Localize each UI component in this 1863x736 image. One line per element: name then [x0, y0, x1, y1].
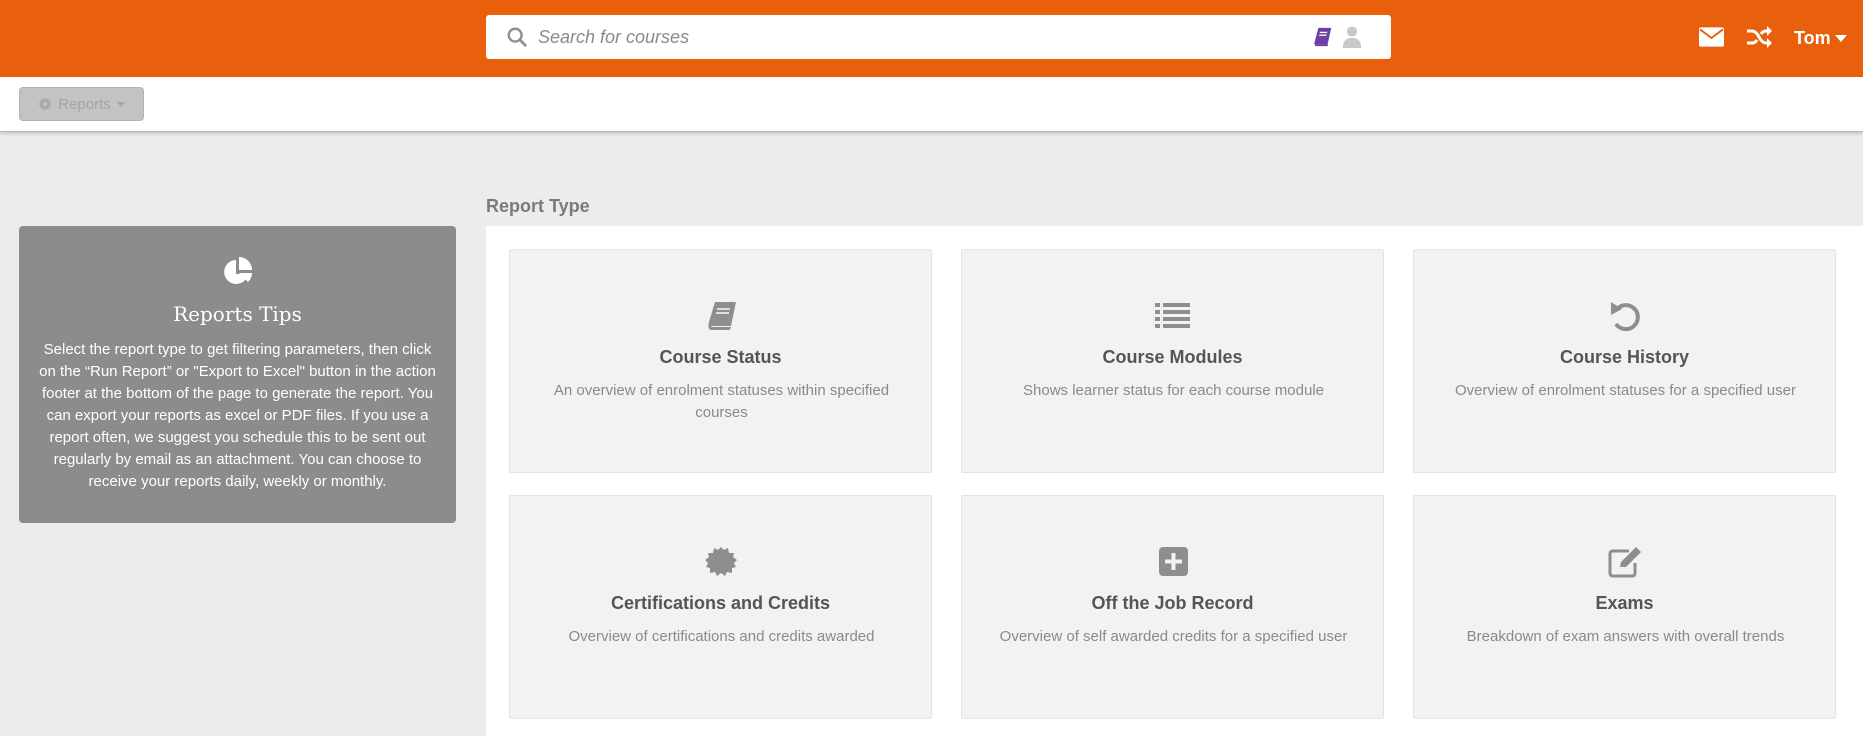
plus-square-icon [1159, 547, 1188, 576]
gear-icon [39, 98, 51, 110]
card-title: Off the Job Record [1091, 593, 1254, 613]
card-title: Course History [1559, 347, 1690, 367]
list-icon [1155, 303, 1190, 328]
card-description: Overview of certifications and credits a… [568, 628, 875, 645]
chevron-down-icon [1834, 34, 1847, 42]
search-input[interactable] [538, 21, 1278, 53]
person-icon[interactable] [1341, 25, 1363, 49]
top-bar: Tom [0, 0, 1863, 77]
reports-tips-panel: Reports Tips Select the report type to g… [19, 226, 456, 523]
card-title: Certifications and Credits [610, 593, 831, 613]
toolbar: Reports [0, 77, 1863, 132]
card-description: An overview of enrolment statuses within… [553, 382, 890, 421]
user-menu[interactable]: Tom [1794, 26, 1847, 50]
card-certifications-credits[interactable]: Certifications and Credits Overview of c… [509, 495, 932, 719]
card-title: Course Status [659, 347, 782, 367]
pie-chart-icon [224, 257, 252, 284]
edit-icon [1608, 547, 1641, 578]
report-type-panel: Course Status An overview of enrolment s… [486, 226, 1863, 736]
book-icon [708, 302, 736, 330]
search-icon[interactable] [506, 26, 528, 48]
history-icon [1611, 302, 1640, 332]
reports-button-label: Reports [58, 95, 111, 113]
certificate-icon [705, 547, 737, 576]
card-description: Overview of self awarded credits for a s… [999, 628, 1348, 645]
card-description: Overview of enrolment statuses for a spe… [1455, 382, 1796, 399]
card-description: Breakdown of exam answers with overall t… [1466, 628, 1785, 645]
card-exams[interactable]: Exams Breakdown of exam answers with ove… [1413, 495, 1836, 719]
card-course-history[interactable]: Course History Overview of enrolment sta… [1413, 249, 1836, 473]
report-type-label: Report Type [486, 196, 590, 216]
shuffle-icon[interactable] [1746, 25, 1772, 49]
reports-button[interactable]: Reports [19, 87, 144, 121]
tips-body: Select the report type to get filtering … [39, 341, 436, 490]
search-bar [486, 15, 1391, 59]
tips-title: Reports Tips [173, 302, 302, 326]
card-title: Course Modules [1102, 347, 1243, 367]
user-name: Tom [1794, 27, 1831, 48]
card-title: Exams [1595, 593, 1654, 613]
mail-icon[interactable] [1699, 27, 1724, 47]
card-description: Shows learner status for each course mod… [1023, 382, 1324, 399]
book-icon[interactable] [1312, 26, 1334, 48]
chevron-down-icon [116, 101, 125, 107]
card-course-modules[interactable]: Course Modules Shows learner status for … [961, 249, 1384, 473]
card-course-status[interactable]: Course Status An overview of enrolment s… [509, 249, 932, 473]
card-off-the-job-record[interactable]: Off the Job Record Overview of self awar… [961, 495, 1384, 719]
